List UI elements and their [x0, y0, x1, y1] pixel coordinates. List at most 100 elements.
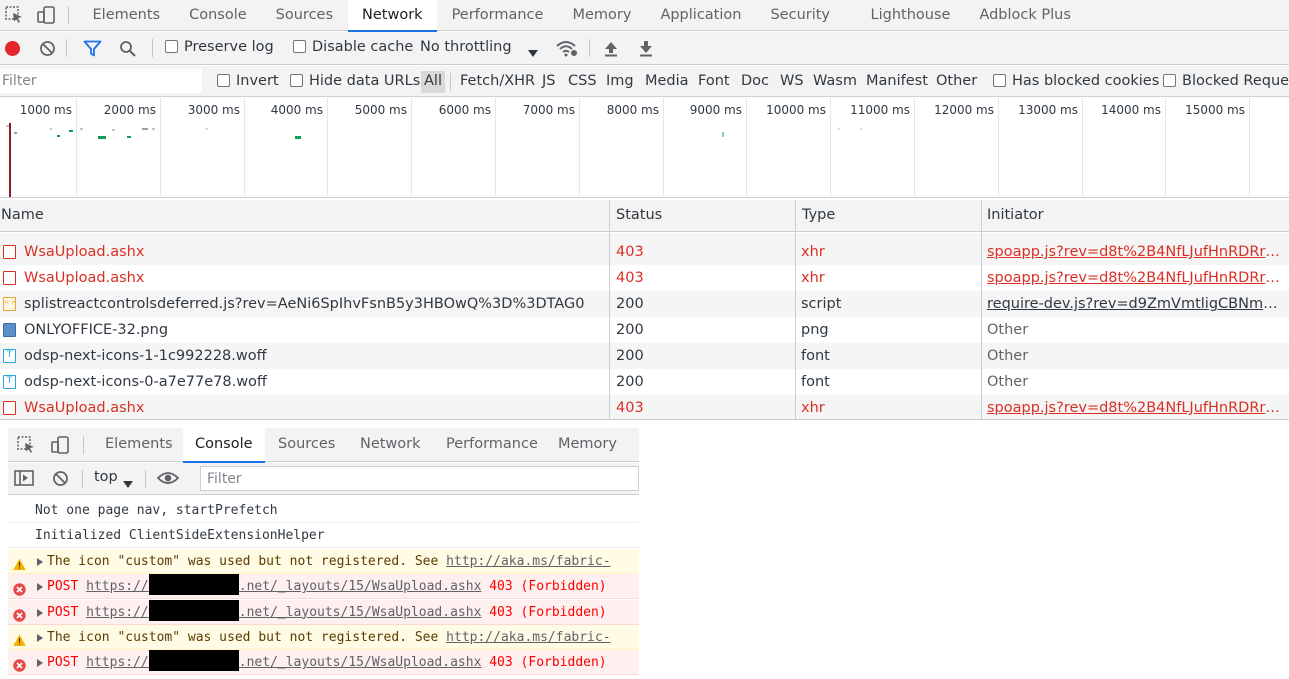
table-row[interactable]: WsaUpload.ashx 403 xhr spoapp.js?rev=d8t%2B… [0, 265, 1289, 291]
live-expression-eye-icon[interactable] [156, 471, 180, 489]
filter-type-font[interactable]: Font [698, 71, 730, 93]
expand-triangle-icon[interactable] [37, 583, 43, 592]
device-toolbar-icon[interactable] [50, 436, 70, 454]
inspect-element-icon[interactable] [17, 436, 37, 454]
console-message-warning[interactable]: The icon "custom" was used but not regis… [8, 625, 639, 650]
drawer-tab-network[interactable]: Network [348, 428, 433, 462]
filter-type-js[interactable]: JS [542, 71, 555, 93]
clear-console-icon[interactable] [52, 470, 69, 491]
console-message-error[interactable]: POST https:// .net/_layouts/15/WsaUpload.… [8, 574, 639, 600]
url-suffix[interactable]: .net/_layouts/15/WsaUpload.ashx [239, 605, 482, 620]
device-toolbar-icon[interactable] [36, 6, 56, 24]
tab-adblock-plus[interactable]: Adblock Plus [965, 0, 1085, 31]
table-row[interactable]: WsaUpload.ashx 403 xhr spoapp.js?rev=d8t%2B… [0, 395, 1289, 420]
checkbox-box[interactable] [217, 74, 230, 87]
request-name[interactable]: odsp-next-icons-0-a7e77e78.woff [24, 369, 604, 395]
request-name[interactable]: ONLYOFFICE-32.png [24, 317, 604, 343]
table-row[interactable]: WsaUpload.ashx 403 xhr spoapp.js?rev=d8t%2B… [0, 239, 1289, 265]
context-select[interactable]: top [94, 469, 118, 485]
network-conditions-icon[interactable] [556, 40, 578, 61]
request-url-link[interactable]: https:// .net/_layouts/15/WsaUpload.ashx [86, 599, 482, 621]
network-overview[interactable]: 1000 ms 2000 ms 3000 ms 4000 ms 5000 ms 6000 … [0, 98, 1289, 198]
column-header-status[interactable]: Status [615, 200, 662, 232]
warning-link[interactable]: http://aka.ms/fabric- [446, 554, 610, 569]
tab-lighthouse[interactable]: Lighthouse [856, 0, 965, 31]
expand-triangle-icon[interactable] [37, 557, 43, 566]
console-message-error[interactable]: POST https:// .net/_layouts/15/WsaUpload.… [8, 650, 639, 676]
tab-network[interactable]: Network [347, 0, 438, 32]
clear-icon[interactable] [39, 40, 56, 61]
invert-checkbox[interactable]: Invert [217, 71, 279, 93]
filter-type-wasm[interactable]: Wasm [813, 71, 857, 93]
request-initiator[interactable]: spoapp.js?rev=d8t%2B4NfLJufHnRDRr0ku5… [987, 395, 1284, 420]
preserve-log-checkbox[interactable]: Preserve log [165, 39, 274, 55]
search-icon[interactable] [119, 40, 137, 62]
tab-performance[interactable]: Performance [437, 0, 558, 31]
request-name[interactable]: splistreactcontrolsdeferred.js?rev=AeNi6… [24, 291, 604, 317]
filter-type-media[interactable]: Media [645, 71, 689, 93]
checkbox-box[interactable] [1163, 74, 1176, 87]
import-har-icon[interactable] [603, 40, 619, 61]
table-row[interactable]: Todsp-next-icons-1-1c992228.woff 200 font O… [0, 343, 1289, 369]
drawer-tab-performance[interactable]: Performance [434, 428, 550, 462]
tab-application[interactable]: Application [646, 0, 756, 31]
inspect-element-icon[interactable] [5, 6, 25, 24]
drawer-tab-sources[interactable]: Sources [266, 428, 347, 462]
request-name[interactable]: WsaUpload.ashx [24, 239, 604, 265]
console-message-warning[interactable]: The icon "custom" was used but not regis… [8, 548, 639, 574]
chevron-down-icon[interactable] [123, 476, 133, 492]
export-har-icon[interactable] [638, 40, 654, 61]
tab-sources[interactable]: Sources [261, 0, 347, 31]
chevron-down-icon[interactable] [528, 45, 538, 61]
filter-type-css[interactable]: CSS [568, 71, 597, 93]
expand-triangle-icon[interactable] [37, 634, 43, 642]
request-name[interactable]: WsaUpload.ashx [24, 395, 604, 420]
filter-type-manifest[interactable]: Manifest [866, 71, 928, 93]
request-initiator[interactable]: spoapp.js?rev=d8t%2B4NfLJufHnRDRr0ku5… [987, 265, 1284, 291]
url-suffix[interactable]: .net/_layouts/15/WsaUpload.ashx [239, 579, 482, 594]
throttling-select[interactable]: No throttling [420, 39, 512, 55]
tab-elements[interactable]: Elements [78, 0, 175, 31]
has-blocked-cookies-checkbox[interactable]: Has blocked cookies [993, 71, 1159, 93]
request-name[interactable]: WsaUpload.ashx [24, 265, 604, 291]
request-initiator[interactable]: require-dev.js?rev=d9ZmVmtligCBNmdHq… [987, 291, 1284, 317]
filter-type-all[interactable]: All [421, 71, 445, 93]
request-url-link[interactable]: https:// .net/_layouts/15/WsaUpload.ashx [86, 650, 482, 672]
filter-type-other[interactable]: Other [936, 71, 977, 93]
url-prefix[interactable]: https:// [86, 579, 149, 594]
tab-console[interactable]: Console [175, 0, 262, 31]
table-row[interactable]: <·> splistreactcontrolsdeferred.js?rev=Ae… [0, 291, 1289, 317]
blocked-requests-checkbox[interactable]: Blocked Reques [1163, 71, 1289, 93]
column-header-initiator[interactable]: Initiator [986, 200, 1044, 232]
console-message-error[interactable]: POST https:// .net/_layouts/15/WsaUpload.… [8, 599, 639, 625]
request-name[interactable]: odsp-next-icons-1-1c992228.woff [24, 343, 604, 369]
filter-icon[interactable] [83, 40, 102, 61]
hide-data-urls-checkbox[interactable]: Hide data URLs [290, 71, 420, 93]
checkbox-box[interactable] [293, 40, 306, 53]
url-prefix[interactable]: https:// [86, 605, 149, 620]
checkbox-box[interactable] [290, 74, 303, 87]
request-url-link[interactable]: https:// .net/_layouts/15/WsaUpload.ashx [86, 574, 482, 596]
column-header-name[interactable]: Name [0, 200, 44, 232]
expand-triangle-icon[interactable] [37, 608, 43, 617]
checkbox-box[interactable] [165, 40, 178, 53]
checkbox-box[interactable] [993, 74, 1006, 87]
disable-cache-checkbox[interactable]: Disable cache [293, 39, 413, 55]
warning-link[interactable]: http://aka.ms/fabric- [446, 630, 610, 645]
filter-type-img[interactable]: Img [606, 71, 634, 93]
drawer-tab-elements[interactable]: Elements [93, 428, 185, 462]
table-row[interactable]: Todsp-next-icons-0-a7e77e78.woff 200 font O… [0, 369, 1289, 395]
request-initiator[interactable]: spoapp.js?rev=d8t%2B4NfLJufHnRDRr0ku5… [987, 239, 1284, 265]
url-prefix[interactable]: https:// [86, 655, 149, 670]
record-button[interactable] [5, 41, 20, 56]
drawer-tab-console[interactable]: Console [183, 428, 265, 463]
filter-input[interactable] [0, 69, 202, 93]
tab-memory[interactable]: Memory [558, 0, 646, 31]
drawer-tab-memory[interactable]: Memory [546, 428, 629, 462]
url-suffix[interactable]: .net/_layouts/15/WsaUpload.ashx [239, 655, 482, 670]
column-header-type[interactable]: Type [801, 200, 835, 232]
tab-security[interactable]: Security [756, 0, 856, 31]
sidebar-toggle-icon[interactable] [14, 469, 34, 491]
filter-type-ws[interactable]: WS [780, 71, 804, 93]
filter-type-doc[interactable]: Doc [741, 71, 769, 93]
